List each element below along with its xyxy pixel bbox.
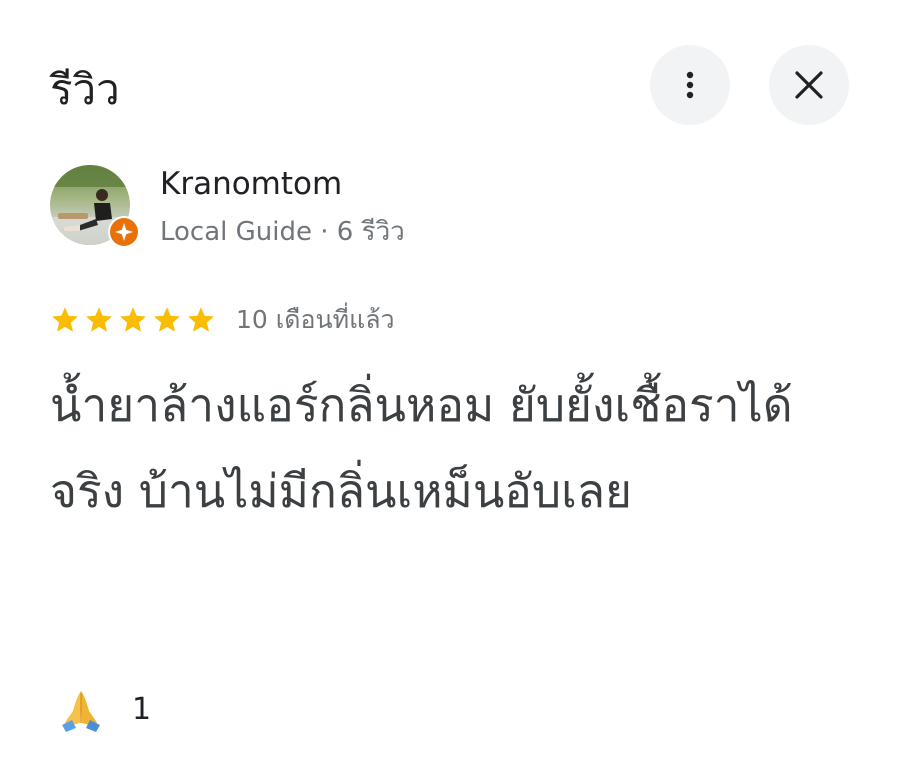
- author-name[interactable]: Kranomtom: [160, 164, 342, 204]
- local-guide-badge: [108, 216, 140, 248]
- review-date: 10 เดือนที่แล้ว: [236, 305, 395, 334]
- star-icon: [52, 307, 78, 332]
- star-icon: [120, 307, 146, 332]
- more-options-button[interactable]: [650, 45, 730, 125]
- review-author[interactable]: Kranomtom Local Guide · 6 รีวิว: [50, 160, 850, 250]
- reaction-button[interactable]: 1: [58, 684, 151, 736]
- star-rating: [50, 300, 220, 340]
- close-icon: [795, 71, 823, 99]
- review-text: น้ำยาล้างแอร์กลิ่นหอม ยับยั้งเชื้อราได้จ…: [50, 378, 793, 518]
- star-icon: [154, 307, 180, 332]
- folded-hands-icon: [62, 691, 100, 732]
- star-icon: [188, 307, 214, 332]
- local-guide-badge-icon: [110, 218, 138, 246]
- more-vert-icon: [686, 71, 694, 99]
- close-button[interactable]: [769, 45, 849, 125]
- rating-row: 10 เดือนที่แล้ว: [50, 300, 395, 340]
- author-meta: Local Guide · 6 รีวิว: [160, 217, 405, 247]
- review-header: รีวิว: [0, 0, 900, 140]
- page-title: รีวิว: [50, 65, 120, 114]
- reaction-count: 1: [132, 692, 152, 727]
- star-icon: [86, 307, 112, 332]
